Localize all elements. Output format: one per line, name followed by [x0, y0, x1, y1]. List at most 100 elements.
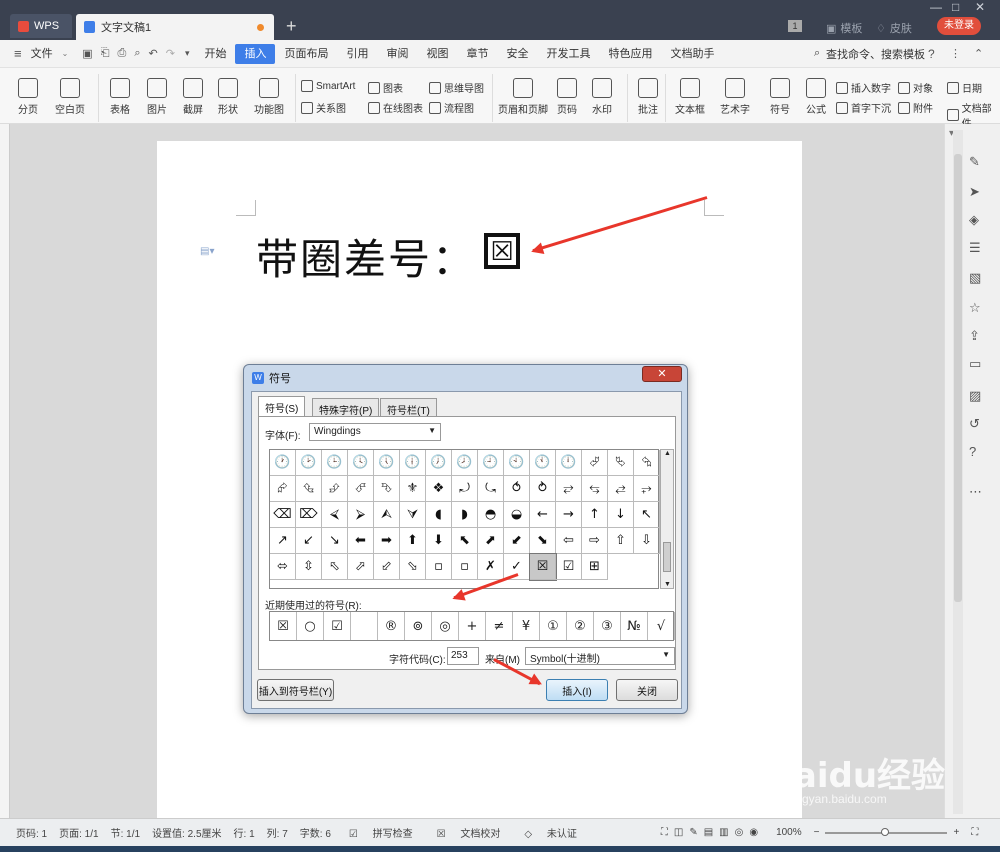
ribbon-small-button[interactable]: 在线图表 — [368, 100, 423, 115]
menu-file[interactable]: 文件 — [22, 44, 62, 64]
search-icon[interactable]: ⌕ — [814, 47, 820, 60]
symbol-cell[interactable]: ⮰ — [582, 450, 608, 476]
symbol-cell[interactable]: ⮷ — [374, 476, 400, 502]
ribbon-small-button[interactable]: 关系图 — [301, 100, 346, 115]
symbol-cell[interactable]: ⥃ — [582, 476, 608, 502]
ribbon-small-button[interactable]: 对象 — [898, 80, 933, 95]
new-tab-button[interactable]: + — [286, 16, 297, 37]
symbol-cell[interactable]: ⌦ — [296, 502, 322, 528]
pen-icon[interactable]: ✎ — [969, 154, 980, 170]
scroll-up-icon[interactable]: ▲ — [664, 450, 671, 457]
ribbon-small-button[interactable]: 流程图 — [429, 100, 474, 115]
menu-tab[interactable]: 安全 — [497, 44, 537, 64]
zoom-thumb[interactable] — [881, 827, 890, 836]
tab-symbols[interactable]: 符号(S) — [258, 396, 306, 417]
ribbon-button[interactable]: 公式 — [806, 78, 826, 116]
print-icon[interactable]: ⎙ — [118, 47, 127, 60]
symbol-cell[interactable]: ⬈ — [478, 528, 504, 554]
symbol-cell[interactable]: ⮛ — [400, 502, 426, 528]
symbol-cell[interactable]: 🕘 — [478, 450, 504, 476]
symbol-cell[interactable]: 🕓 — [348, 450, 374, 476]
symbol-cell[interactable]: ⇳ — [296, 554, 322, 580]
symbol-cell[interactable]: 🕛 — [556, 450, 582, 476]
symbol-cell[interactable]: ☑ — [556, 554, 582, 580]
symbol-cell[interactable]: ▫ — [426, 554, 452, 580]
menu-tab[interactable]: 审阅 — [377, 44, 417, 64]
recent-symbol-cell[interactable]: ¥ — [513, 612, 540, 640]
recent-symbol-cell[interactable]: √ — [648, 612, 675, 640]
recent-symbol-cell[interactable] — [351, 612, 378, 640]
recent-symbol-cell[interactable]: ① — [540, 612, 567, 640]
symbol-cell[interactable]: ▫ — [452, 554, 478, 580]
symbol-cell[interactable]: ↙ — [296, 528, 322, 554]
insert-button[interactable]: 插入(I) — [546, 679, 608, 701]
ribbon-small-button[interactable]: 首字下沉 — [836, 100, 891, 115]
symbol-cell[interactable]: 🕖 — [426, 450, 452, 476]
symbol-cell[interactable]: → — [556, 502, 582, 528]
archive-icon[interactable]: ▭ — [969, 356, 981, 372]
menu-tab[interactable]: 页面布局 — [275, 44, 337, 64]
char-code-input[interactable]: 253 — [447, 647, 479, 665]
symbol-cell[interactable]: ⮳ — [270, 476, 296, 502]
recent-symbol-cell[interactable]: № — [621, 612, 648, 640]
question-icon[interactable]: ? — [969, 444, 976, 459]
symbol-cell[interactable]: ⬆ — [400, 528, 426, 554]
gallery-icon[interactable]: ▧ — [969, 270, 981, 286]
symbol-cell[interactable]: ◓ — [478, 502, 504, 528]
symbol-cell[interactable]: ← — [530, 502, 556, 528]
symbol-cell[interactable]: ◖ — [426, 502, 452, 528]
symbol-cell[interactable]: ⥀ — [504, 476, 530, 502]
proofread-button[interactable]: ☒ 文档校对 — [425, 825, 513, 840]
spell-check-button[interactable]: ☑ 拼写检查 — [337, 825, 425, 840]
view-icons[interactable]: ⛶◫✎▤▥◎◉ — [655, 827, 770, 838]
symbol-cell[interactable]: ⊞ — [582, 554, 608, 580]
symbol-cell[interactable]: ◒ — [504, 502, 530, 528]
symbol-cell[interactable]: ⥁ — [530, 476, 556, 502]
document-heading[interactable]: 带圈差号： — [256, 226, 476, 287]
star-icon[interactable]: ☆ — [969, 300, 981, 316]
save-icon[interactable]: ▣ — [82, 47, 92, 60]
sliders-icon[interactable]: ☰ — [969, 240, 981, 256]
ribbon-button[interactable]: 图片 — [147, 78, 167, 116]
ribbon-button[interactable]: 表格 — [110, 78, 130, 116]
ribbon-small-button[interactable]: 日期 — [947, 80, 982, 95]
close-window-icon[interactable]: ✕ — [975, 0, 985, 14]
recent-symbol-cell[interactable]: ☒ — [270, 612, 297, 640]
symbol-cell[interactable]: ↑ — [582, 502, 608, 528]
zoom-out-icon[interactable]: − — [808, 827, 826, 838]
grid-scrollbar[interactable]: ▲ ▼ — [660, 449, 674, 589]
preview-icon[interactable]: ⌕ — [134, 47, 140, 60]
ribbon-button[interactable]: 分页 — [18, 78, 38, 116]
share-icon[interactable]: ⇪ — [969, 328, 980, 344]
menu-tab[interactable]: 特色应用 — [599, 44, 661, 64]
image-icon[interactable]: ▨ — [969, 388, 981, 404]
recent-symbol-cell[interactable]: ≠ — [486, 612, 513, 640]
ribbon-button[interactable]: 艺术字 — [720, 78, 750, 116]
menu-tab[interactable]: 开发工具 — [537, 44, 599, 64]
history-icon[interactable]: ↺ — [969, 416, 980, 432]
status-words[interactable]: 字数: 6 — [294, 825, 337, 840]
symbol-cell[interactable]: ⬁ — [322, 554, 348, 580]
symbol-cell[interactable]: ⇨ — [582, 528, 608, 554]
shapes-icon[interactable]: ◈ — [969, 212, 979, 228]
symbol-cell[interactable]: ⬃ — [374, 554, 400, 580]
menu-tab[interactable]: 文档助手 — [661, 44, 723, 64]
tab-special-chars[interactable]: 特殊字符(P) — [312, 398, 380, 417]
ribbon-button[interactable]: 文本框 — [675, 78, 705, 116]
symbol-cell[interactable]: ↖ — [634, 502, 660, 528]
symbol-cell[interactable]: 🕚 — [530, 450, 556, 476]
minimize-icon[interactable]: — — [930, 0, 942, 14]
cert-button[interactable]: ◇ 未认证 — [512, 825, 588, 840]
symbol-cell[interactable]: ⮘ — [322, 502, 348, 528]
symbol-cell[interactable]: ⤿ — [478, 476, 504, 502]
symbol-cell[interactable]: 🕔 — [374, 450, 400, 476]
ribbon-small-button[interactable]: 思维导图 — [429, 80, 484, 95]
dialog-close-button[interactable]: ✕ — [642, 366, 682, 382]
ribbon-button[interactable]: 页码 — [557, 78, 577, 116]
ribbon-button[interactable]: 空白页 — [55, 78, 85, 116]
scroll-thumb[interactable] — [954, 154, 962, 602]
cursor-icon[interactable]: ➤ — [969, 184, 980, 200]
ribbon-small-button[interactable]: 附件 — [898, 100, 933, 115]
recent-symbol-cell[interactable]: ◎ — [432, 612, 459, 640]
login-button[interactable]: 未登录 — [937, 17, 981, 35]
